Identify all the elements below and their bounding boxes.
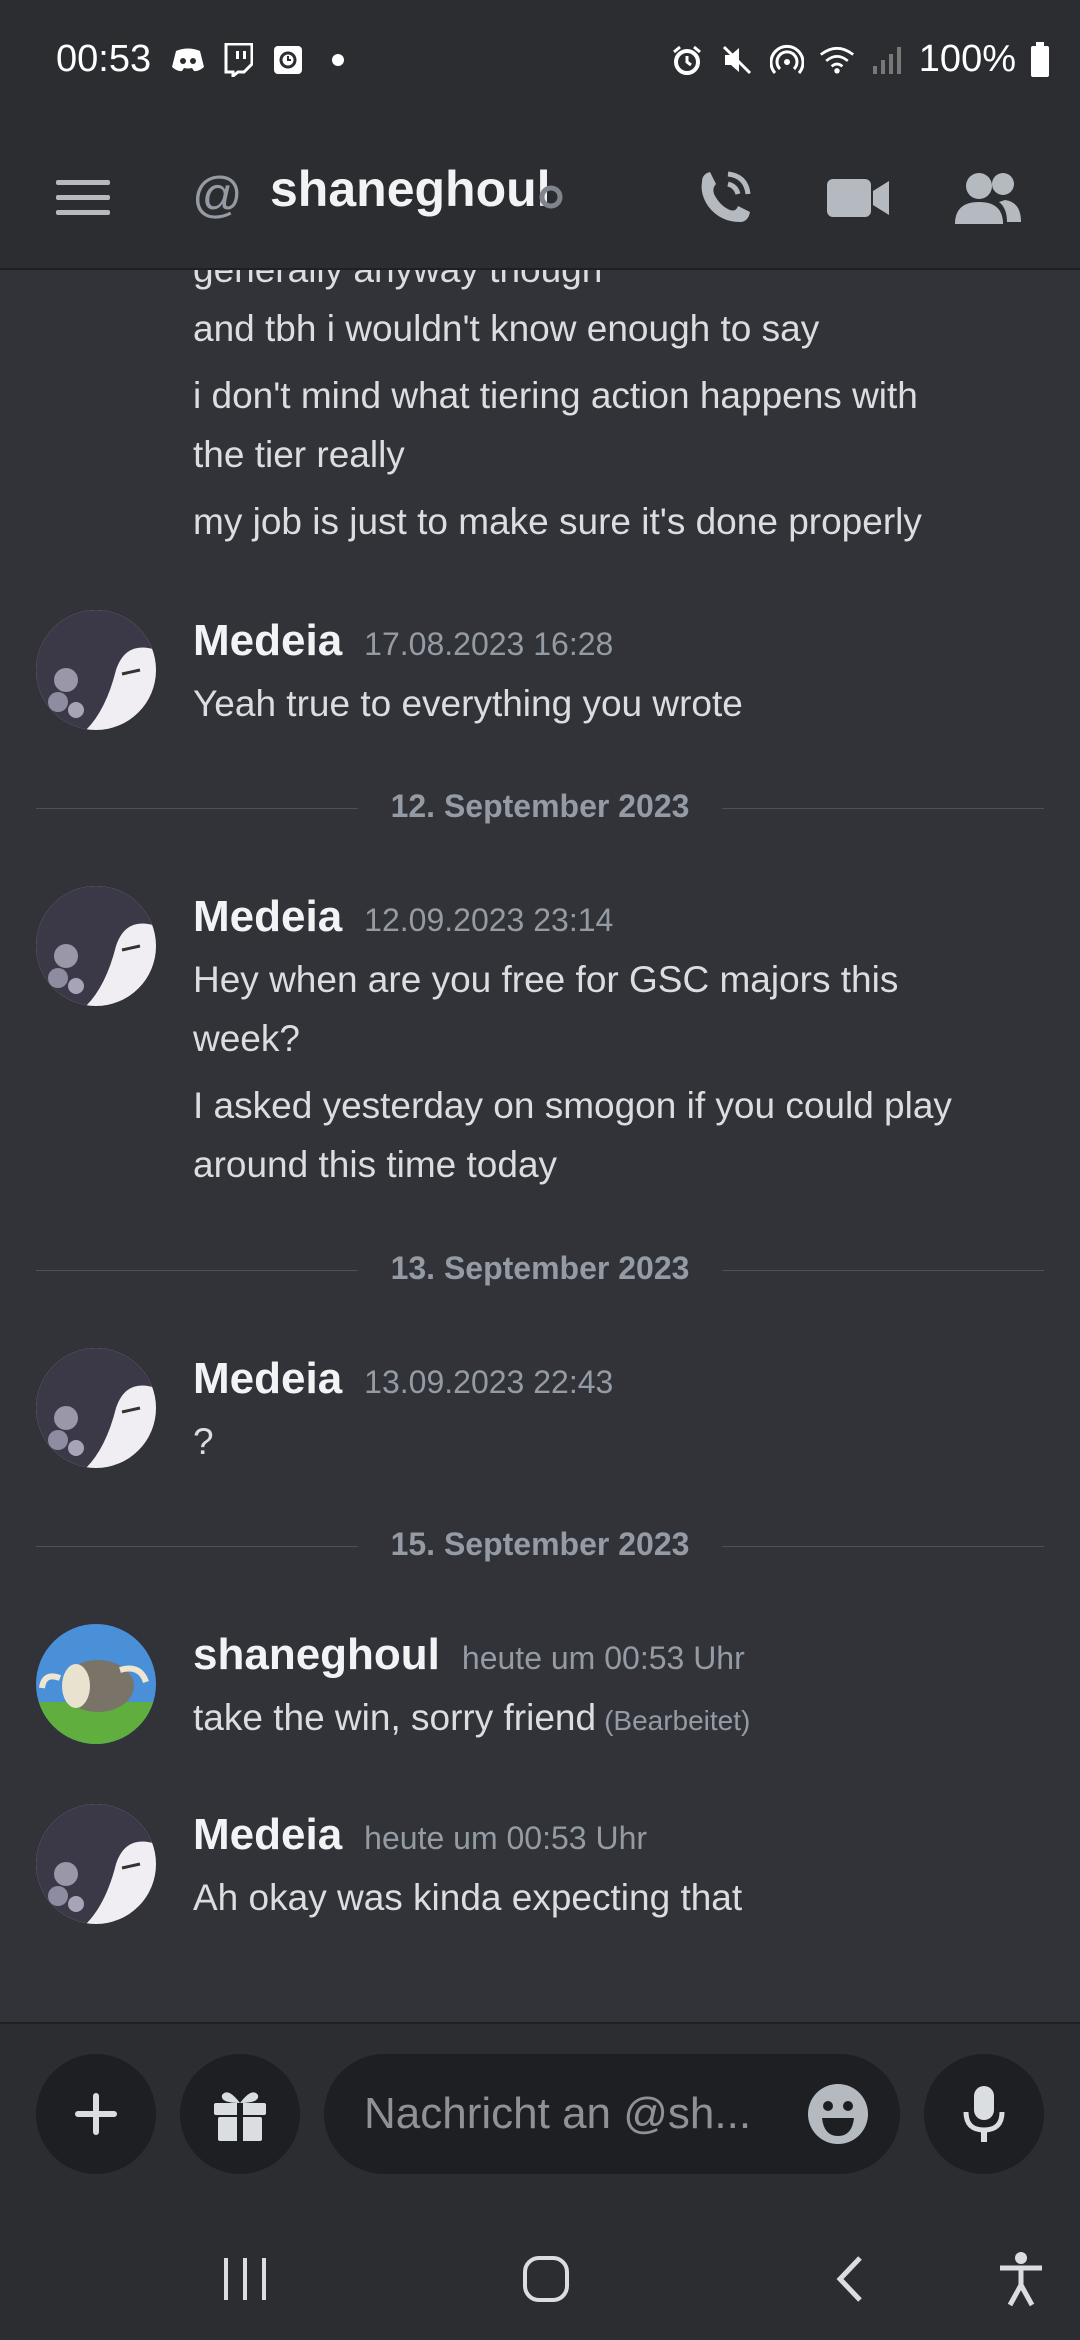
discord-icon — [170, 42, 206, 78]
hotspot-icon — [769, 42, 805, 78]
author-name[interactable]: Medeia — [193, 1354, 342, 1403]
accessibility-button[interactable] — [986, 2244, 1056, 2314]
message-text: my job is just to make sure it's done pr… — [193, 501, 922, 542]
gift-button[interactable] — [180, 2054, 300, 2174]
message-text: week? — [193, 1018, 300, 1059]
message-text: the tier really — [193, 434, 405, 475]
menu-button[interactable] — [54, 168, 114, 228]
message-timestamp: heute um 00:53 Uhr — [461, 1640, 745, 1676]
message-author[interactable]: Medeia heute um 00:53 Uhr — [193, 1810, 647, 1860]
signal-icon — [869, 42, 905, 78]
status-bar: 00:53 100% — [0, 0, 1080, 128]
video-call-button[interactable] — [818, 158, 898, 238]
status-time: 00:53 — [56, 38, 152, 80]
author-name[interactable]: shaneghoul — [193, 1630, 440, 1679]
message-timestamp: 17.08.2023 16:28 — [364, 626, 614, 662]
author-name[interactable]: Medeia — [193, 616, 342, 665]
avatar[interactable] — [36, 1348, 156, 1468]
message-author[interactable]: Medeia 12.09.2023 23:14 — [193, 892, 613, 942]
message-composer — [0, 2022, 1080, 2214]
message-text: take the win, sorry friend — [193, 1697, 597, 1738]
back-icon — [836, 2256, 862, 2302]
message-text: ? — [193, 1421, 214, 1462]
battery-icon — [1030, 41, 1050, 78]
message-author[interactable]: Medeia 13.09.2023 22:43 — [193, 1354, 613, 1404]
message-text: I asked yesterday on smogon if you could… — [193, 1085, 952, 1126]
message-text: generally anyway though — [193, 270, 1033, 299]
message-author[interactable]: Medeia 17.08.2023 16:28 — [193, 616, 613, 666]
status-indicator — [538, 184, 564, 215]
dot-icon — [320, 42, 356, 78]
system-status-icons: 100% — [669, 38, 1050, 81]
mute-icon — [719, 42, 755, 78]
author-name[interactable]: Medeia — [193, 892, 342, 941]
date-divider: 13. September 2023 — [36, 1250, 1044, 1290]
message-timestamp: 13.09.2023 22:43 — [364, 1364, 614, 1400]
message-input-wrapper — [324, 2054, 900, 2174]
date-divider: 15. September 2023 — [36, 1526, 1044, 1566]
message-text: Ah okay was kinda expecting that — [193, 1877, 743, 1918]
emoji-button[interactable] — [806, 2082, 870, 2146]
at-icon: @ — [192, 167, 243, 223]
wifi-icon — [819, 42, 855, 78]
voice-call-button[interactable] — [684, 158, 764, 238]
avatar[interactable] — [36, 886, 156, 1006]
microphone-icon — [963, 2086, 1005, 2142]
message-text: Yeah true to everything you wrote — [193, 683, 743, 724]
date-divider-label: 12. September 2023 — [390, 788, 690, 824]
recent-apps-icon — [224, 2258, 266, 2300]
system-nav-bar — [0, 2214, 1080, 2340]
home-icon — [523, 2256, 569, 2302]
message-text: Hey when are you free for GSC majors thi… — [193, 959, 899, 1000]
message-text: around this time today — [193, 1144, 558, 1185]
hamburger-icon — [56, 180, 110, 215]
message-text: and tbh i wouldn't know enough to say — [193, 308, 820, 349]
avatar[interactable] — [36, 610, 156, 730]
smiley-icon — [808, 2084, 868, 2144]
date-divider-label: 15. September 2023 — [390, 1526, 690, 1562]
message-timestamp: heute um 00:53 Uhr — [364, 1820, 648, 1856]
home-button[interactable] — [511, 2244, 581, 2314]
clock-app-icon — [270, 42, 306, 78]
page-title[interactable]: shaneghoul — [270, 160, 551, 218]
author-name[interactable]: Medeia — [193, 1810, 342, 1859]
notification-icons — [170, 42, 356, 78]
alarm-icon — [669, 42, 705, 78]
twitch-icon — [220, 42, 256, 78]
edited-label: (Bearbeitet) — [604, 1705, 751, 1736]
users-icon — [955, 173, 1021, 224]
avatar[interactable] — [36, 1804, 156, 1924]
video-camera-icon — [827, 179, 889, 217]
phone-icon — [701, 171, 751, 222]
message-timestamp: 12.09.2023 23:14 — [364, 902, 614, 938]
message-text-edited: take the win, sorry friend (Bearbeitet) — [193, 1688, 1033, 1750]
gift-icon — [214, 2092, 266, 2141]
message-list[interactable]: generally anyway though and tbh i wouldn… — [0, 270, 1080, 2020]
accessibility-icon — [1000, 2252, 1042, 2307]
add-attachment-button[interactable] — [36, 2054, 156, 2174]
avatar[interactable] — [36, 1624, 156, 1744]
voice-message-button[interactable] — [924, 2054, 1044, 2174]
recent-apps-button[interactable] — [210, 2244, 280, 2314]
plus-icon — [75, 2093, 117, 2135]
back-button[interactable] — [815, 2244, 885, 2314]
date-divider: 12. September 2023 — [36, 788, 1044, 828]
message-text: i don't mind what tiering action happens… — [193, 375, 918, 416]
battery-percent: 100% — [918, 38, 1016, 80]
message-author[interactable]: shaneghoul heute um 00:53 Uhr — [193, 1630, 745, 1680]
message-input[interactable] — [362, 2078, 786, 2150]
chat-header: @ shaneghoul — [0, 128, 1080, 270]
date-divider-label: 13. September 2023 — [390, 1250, 690, 1286]
member-list-button[interactable] — [948, 158, 1028, 238]
